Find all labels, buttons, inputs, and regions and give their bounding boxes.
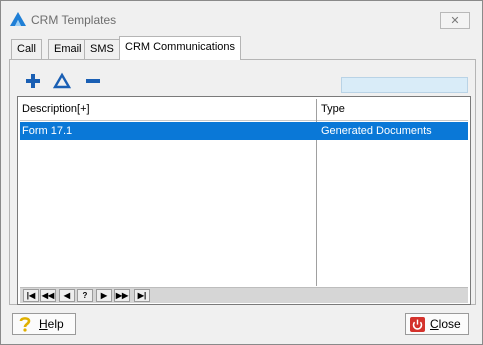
- tab-sms[interactable]: SMS: [84, 39, 120, 59]
- title-bar: CRM Templates ✕: [1, 1, 482, 37]
- templates-grid[interactable]: Description[+] Type Form 17.1 Generated …: [17, 96, 471, 305]
- window-close-button[interactable]: ✕: [440, 12, 470, 29]
- power-icon: [410, 317, 425, 332]
- find-record-button[interactable]: ?: [77, 289, 93, 302]
- tab-call[interactable]: Call: [11, 39, 42, 59]
- cell-description: Form 17.1: [22, 125, 73, 137]
- column-header-type[interactable]: Type: [321, 99, 345, 120]
- record-navigator: |◀ ◀◀ ◀ ? ▶ ▶▶ ▶|: [20, 287, 468, 303]
- column-header-description[interactable]: Description[+]: [22, 99, 90, 120]
- app-logo-icon: [10, 12, 26, 26]
- crm-templates-window: CRM Templates ✕ Call Email SMS CRM Commu…: [0, 0, 483, 345]
- add-icon[interactable]: [23, 71, 43, 91]
- table-row[interactable]: Form 17.1 Generated Documents: [20, 122, 468, 140]
- last-record-button[interactable]: ▶|: [134, 289, 150, 302]
- close-label: Close: [430, 317, 461, 331]
- help-button[interactable]: Help: [12, 313, 76, 335]
- first-record-button[interactable]: |◀: [23, 289, 39, 302]
- help-label: Help: [39, 317, 64, 331]
- help-question-icon: [19, 317, 31, 332]
- close-button[interactable]: Close: [405, 313, 469, 335]
- search-input[interactable]: [341, 77, 468, 93]
- previous-page-button[interactable]: ◀◀: [40, 289, 56, 302]
- remove-icon[interactable]: [83, 71, 103, 91]
- grid-header: Description[+] Type: [20, 99, 468, 121]
- cell-type: Generated Documents: [321, 125, 432, 137]
- tab-email[interactable]: Email: [48, 39, 88, 59]
- tab-crm-communications[interactable]: CRM Communications: [119, 36, 242, 60]
- previous-record-button[interactable]: ◀: [59, 289, 75, 302]
- next-record-button[interactable]: ▶: [96, 289, 112, 302]
- window-title: CRM Templates: [31, 13, 117, 27]
- next-page-button[interactable]: ▶▶: [114, 289, 130, 302]
- edit-icon[interactable]: [52, 71, 72, 91]
